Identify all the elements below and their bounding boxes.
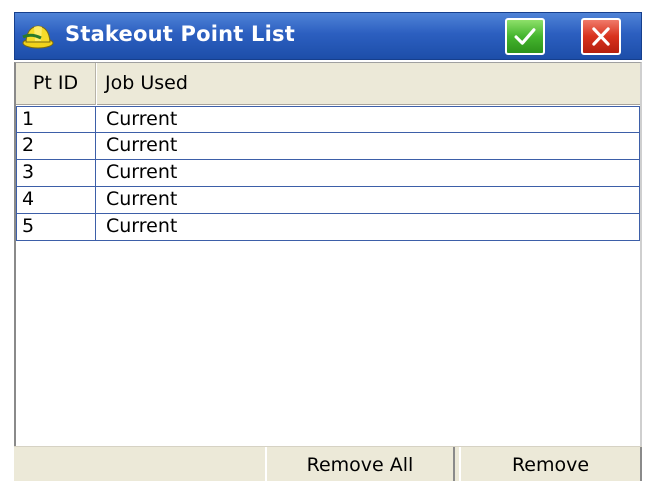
remove-all-button[interactable]: Remove All xyxy=(265,447,455,481)
job-used-cell: Current xyxy=(106,108,178,130)
stakeout-point-list-window: Stakeout Point List Pt ID Job Used 1 Cur… xyxy=(0,0,651,481)
title-bar: Stakeout Point List xyxy=(14,12,642,60)
table-row[interactable]: 5 Current xyxy=(16,214,640,241)
table-row[interactable]: 1 Current xyxy=(16,106,640,133)
close-x-icon xyxy=(592,27,610,46)
table-row[interactable]: 2 Current xyxy=(16,133,640,160)
table-header: Pt ID Job Used xyxy=(16,63,640,105)
pt-id-cell: 2 xyxy=(17,133,96,159)
table-body: 1 Current 2 Current 3 Current 4 Current … xyxy=(16,106,640,241)
bottom-toolbar: Remove All Remove xyxy=(14,446,642,481)
column-header-job-used[interactable]: Job Used xyxy=(96,63,640,105)
checkmark-icon xyxy=(514,28,536,45)
point-list-table[interactable]: Pt ID Job Used 1 Current 2 Current 3 Cur… xyxy=(14,62,642,446)
pt-id-cell: 5 xyxy=(17,214,96,240)
hard-hat-icon xyxy=(21,21,55,51)
ok-button[interactable] xyxy=(505,18,545,55)
pt-id-cell: 1 xyxy=(17,107,96,132)
table-row[interactable]: 3 Current xyxy=(16,160,640,187)
pt-id-cell: 3 xyxy=(17,160,96,186)
pt-id-cell: 4 xyxy=(17,187,96,213)
job-used-cell: Current xyxy=(106,134,178,156)
job-used-cell: Current xyxy=(106,161,178,183)
column-header-pt-id[interactable]: Pt ID xyxy=(16,63,96,105)
close-button[interactable] xyxy=(581,18,621,55)
job-used-cell: Current xyxy=(106,215,178,237)
remove-button[interactable]: Remove xyxy=(459,447,642,481)
window-title: Stakeout Point List xyxy=(65,22,295,46)
table-row[interactable]: 4 Current xyxy=(16,187,640,214)
job-used-cell: Current xyxy=(106,188,178,210)
